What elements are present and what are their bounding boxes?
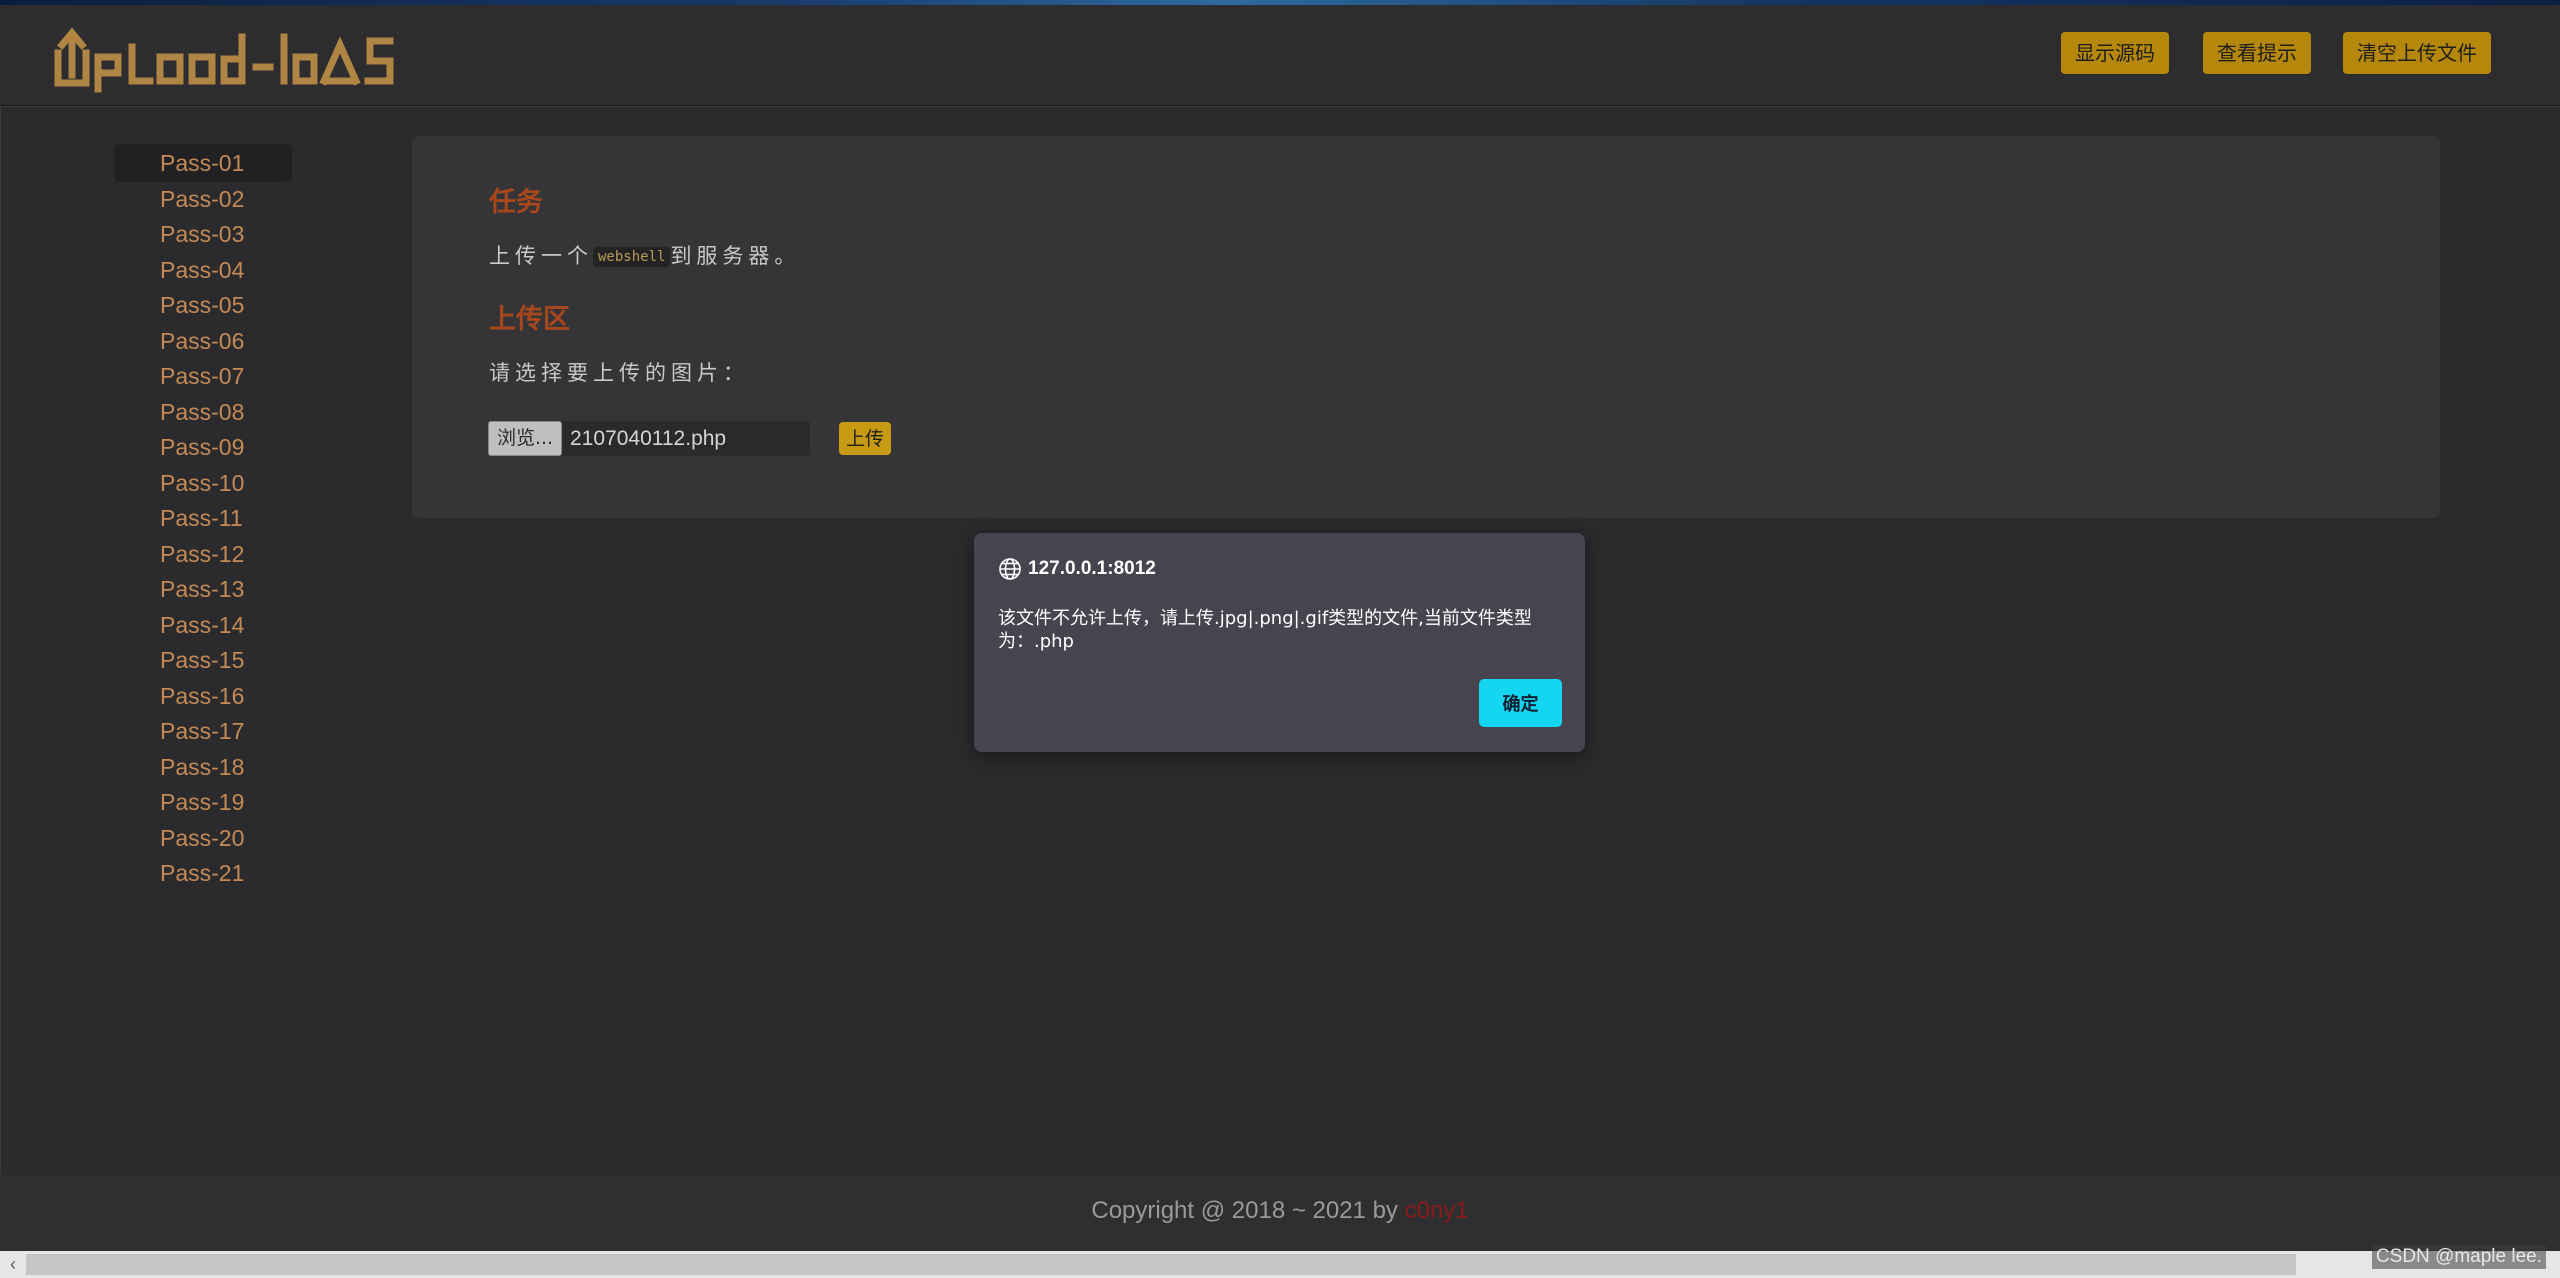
author-link[interactable]: c0ny1 [1405,1197,1469,1224]
task-heading: 任务 [489,187,543,218]
sidebar-item-pass-09[interactable]: Pass-09 [114,428,292,466]
task-text-after: 到服务器。 [670,244,801,268]
sidebar-item-pass-03[interactable]: Pass-03 [114,215,292,253]
clear-uploads-button[interactable]: 清空上传文件 [2343,32,2491,74]
sidebar-item-pass-15[interactable]: Pass-15 [114,641,292,679]
scroll-left-icon[interactable]: ‹ [0,1251,26,1278]
copyright-text: Copyright @ 2018 ~ 2021 by c0ny1 [0,1197,2560,1225]
sidebar-item-pass-08[interactable]: Pass-08 [114,393,292,431]
globe-icon [999,558,1021,580]
horizontal-scrollbar[interactable]: ‹ [0,1251,2560,1278]
sidebar-item-pass-16[interactable]: Pass-16 [114,677,292,715]
dialog-message: 该文件不允许上传，请上传.jpg|.png|.gif类型的文件,当前文件类型为：… [998,608,1532,652]
sidebar-nav: Pass-01 Pass-02 Pass-03 Pass-04 Pass-05 … [114,144,294,890]
task-panel: 任务 上传一个 webshell 到服务器。 上传区 请选择要上传的图片： 浏览..… [412,136,2440,518]
sidebar-item-pass-01[interactable]: Pass-01 [114,144,292,182]
sidebar-item-pass-02[interactable]: Pass-02 [114,180,292,218]
csdn-watermark: CSDN @maple lee. [2371,1245,2546,1269]
sidebar-item-pass-21[interactable]: Pass-21 [114,854,292,892]
dialog-title: 127.0.0.1:8012 [1028,558,1156,579]
task-text-before: 上传一个 [489,244,593,268]
upload-labs-logo [54,27,394,93]
browse-button[interactable]: 浏览... [488,421,562,456]
sidebar-item-pass-20[interactable]: Pass-20 [114,819,292,857]
sidebar-item-pass-13[interactable]: Pass-13 [114,570,292,608]
upload-heading: 上传区 [489,304,570,335]
sidebar-item-pass-07[interactable]: Pass-07 [114,357,292,395]
sidebar-item-pass-12[interactable]: Pass-12 [114,535,292,573]
sidebar-item-pass-06[interactable]: Pass-06 [114,322,292,360]
sidebar-item-pass-17[interactable]: Pass-17 [114,712,292,750]
task-description: 上传一个 webshell 到服务器。 [489,240,800,270]
task-code: webshell [593,247,671,267]
sidebar-item-pass-18[interactable]: Pass-18 [114,748,292,786]
sidebar-item-pass-04[interactable]: Pass-04 [114,251,292,289]
dialog-ok-button[interactable]: 确定 [1479,679,1562,727]
copyright-label: Copyright @ 2018 ~ 2021 by [1091,1197,1398,1224]
sidebar-item-pass-14[interactable]: Pass-14 [114,606,292,644]
scrollbar-thumb[interactable] [26,1254,2296,1275]
sidebar-item-pass-11[interactable]: Pass-11 [114,499,292,537]
show-source-button[interactable]: 显示源码 [2061,32,2169,74]
sidebar-item-pass-05[interactable]: Pass-05 [114,286,292,324]
view-hint-button[interactable]: 查看提示 [2203,32,2311,74]
alert-dialog: 127.0.0.1:8012 该文件不允许上传，请上传.jpg|.png|.gi… [974,533,1585,752]
upload-button[interactable]: 上传 [839,422,891,455]
upload-prompt: 请选择要上传的图片： [489,361,749,385]
site-header: 显示源码 查看提示 清空上传文件 [0,5,2560,106]
sidebar-item-pass-19[interactable]: Pass-19 [114,783,292,821]
site-footer: Copyright @ 2018 ~ 2021 by c0ny1 [0,1175,2560,1251]
selected-file-name: 2107040112.php [570,427,727,450]
file-input[interactable]: 浏览... 2107040112.php [488,421,810,456]
sidebar-item-pass-10[interactable]: Pass-10 [114,464,292,502]
